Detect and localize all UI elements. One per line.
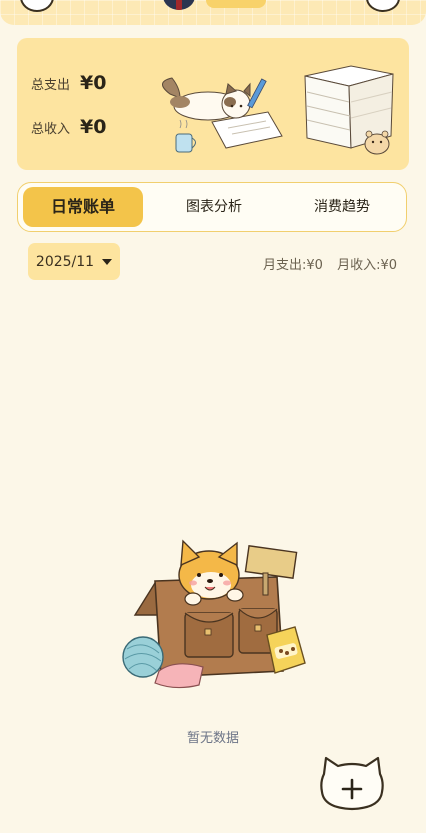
month-expense: 月支出:¥0 [262, 258, 323, 273]
total-income-label: 总收入 [31, 122, 71, 137]
tab-chart-analysis[interactable]: 图表分析 [154, 187, 274, 227]
cat-writing-illustration [162, 77, 283, 153]
month-selector[interactable]: 2025/11 [28, 243, 120, 280]
total-expense-row: 总支出 ¥0 [31, 72, 106, 94]
month-selector-label: 2025/11 [35, 253, 95, 270]
paper-stack-illustration [304, 65, 394, 155]
tab-spending-trend[interactable]: 消费趋势 [282, 187, 402, 227]
empty-state-illustration [122, 539, 306, 689]
month-income: 月收入:¥0 [337, 258, 397, 273]
month-stats: 月支出:¥0 月收入:¥0 [263, 254, 397, 273]
total-expense-label: 总支出 [31, 78, 71, 93]
total-income-value: ¥0 [80, 116, 107, 138]
view-tabs: 日常账单 图表分析 消费趋势 [17, 182, 407, 232]
total-income-row: 总收入 ¥0 [31, 116, 106, 138]
tab-daily-bills[interactable]: 日常账单 [23, 187, 143, 227]
total-expense-value: ¥0 [80, 72, 107, 94]
user-badge[interactable] [206, 0, 266, 8]
caret-down-icon [102, 258, 113, 265]
summary-card: 总支出 ¥0 总收入 ¥0 [17, 38, 409, 170]
empty-state-text: 暂无数据 [186, 731, 239, 746]
add-record-button[interactable] [318, 756, 386, 812]
